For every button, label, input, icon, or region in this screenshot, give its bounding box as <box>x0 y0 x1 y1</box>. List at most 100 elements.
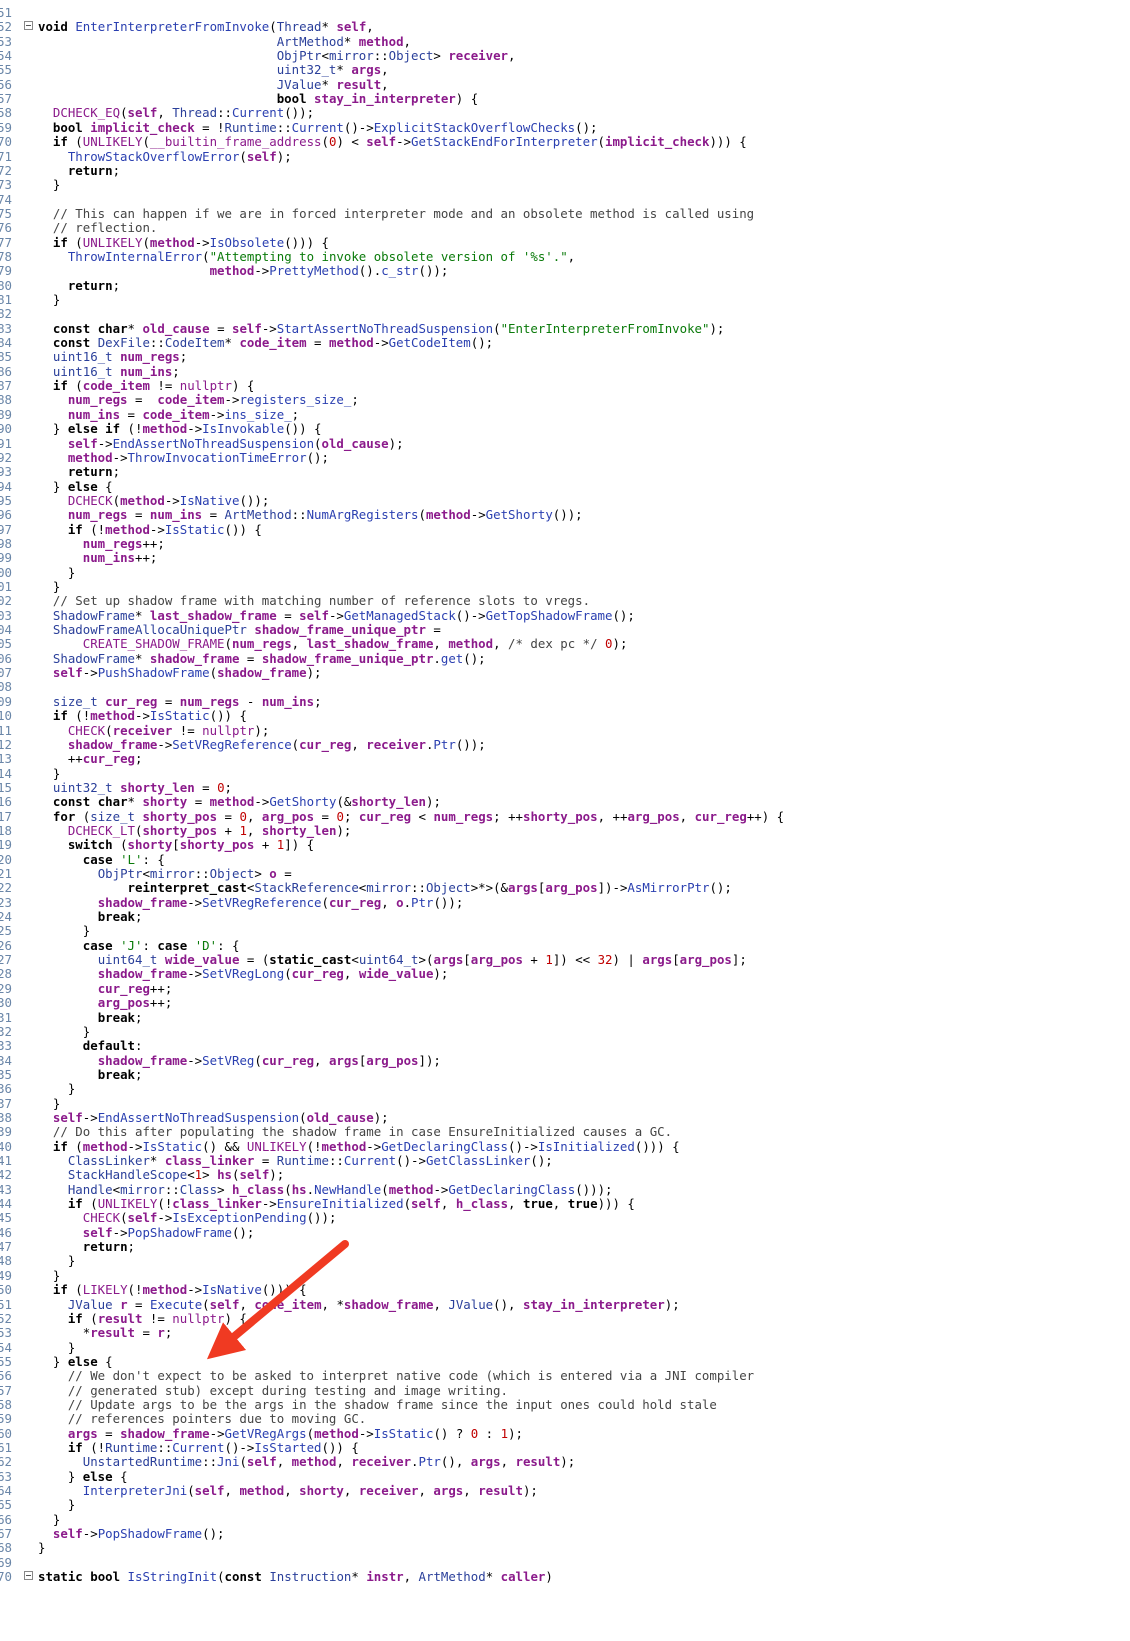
code-text: } <box>38 1497 76 1513</box>
code-text: // generated stub) except during testing… <box>67 1382 508 1398</box>
line-number: 02 <box>0 593 12 609</box>
code-editor[interactable]: 51 52 void EnterInterpreterFromInvoke(Thre… <box>0 0 1130 1641</box>
line-number: 81 <box>0 292 12 307</box>
code-text: } else if (!method->IsInvokable()) { <box>38 421 322 437</box>
code-text: // references pointers due to moving GC. <box>67 1411 367 1427</box>
line-number: 57 <box>0 91 12 107</box>
code-text: StackHandleScope<1> hs(self); <box>67 1167 285 1183</box>
code-text: return; <box>82 1239 135 1255</box>
line-number: 04 <box>0 622 12 638</box>
code-text: if (!Runtime::Current()->IsStarted()) { <box>67 1440 359 1455</box>
code-text: void EnterInterpreterFromInvoke(Thread* … <box>38 19 374 35</box>
code-text: } <box>38 1253 76 1269</box>
line-number: 11 <box>0 722 12 738</box>
code-text: if (LIKELY(!method->IsNative())) { <box>52 1282 307 1298</box>
line-number: 71 <box>0 148 12 164</box>
line-number: 70 <box>0 134 12 150</box>
code-text: case 'L': { <box>82 851 165 867</box>
code-text: DCHECK_LT(shorty_pos + 1, shorty_len); <box>67 822 352 838</box>
line-number: 98 <box>0 535 12 551</box>
code-text: uint16_t num_regs; <box>52 349 188 365</box>
code-text: uint16_t num_ins; <box>52 363 180 379</box>
line-number: 68 <box>0 1540 12 1556</box>
line-number: 41 <box>0 1153 12 1168</box>
code-text: arg_pos++; <box>97 995 173 1011</box>
line-number: 53 <box>0 1325 12 1341</box>
fold-toggle-icon[interactable] <box>24 1571 33 1581</box>
line-number: 46 <box>0 1224 12 1240</box>
line-number: 45 <box>0 1210 12 1226</box>
fold-toggle-icon[interactable] <box>24 21 33 31</box>
line-number: 54 <box>0 1339 12 1355</box>
line-number: 35 <box>0 1066 12 1082</box>
code-text: // We don't expect to be asked to interp… <box>67 1368 755 1384</box>
code-text: CREATE_SHADOW_FRAME(num_regs, last_shado… <box>82 636 628 652</box>
line-number: 39 <box>0 1124 12 1140</box>
code-text: self->PushShadowFrame(shadow_frame); <box>52 665 322 681</box>
code-text: } <box>38 1339 76 1355</box>
line-number: 95 <box>0 492 12 508</box>
code-text: ThrowStackOverflowError(self); <box>67 148 292 164</box>
code-text: shadow_frame->SetVReg(cur_reg, args[arg_… <box>97 1052 441 1068</box>
line-number: 16 <box>0 794 12 810</box>
line-number: 37 <box>0 1095 12 1111</box>
code-text: } <box>38 177 61 193</box>
code-text: num_regs = num_ins = ArtMethod::NumArgRe… <box>67 507 583 523</box>
code-text: UnstartedRuntime::Jni(self, method, rece… <box>82 1454 576 1470</box>
code-text: *result = r; <box>38 1325 173 1341</box>
line-number: 54 <box>0 48 12 64</box>
code-text: return; <box>67 162 121 178</box>
code-text: // Set up shadow frame with matching num… <box>52 593 591 609</box>
code-text: num_regs = code_item->registers_size_; <box>67 392 359 408</box>
code-text: num_regs++; <box>82 535 165 551</box>
line-number: 18 <box>0 822 12 838</box>
line-number: 21 <box>0 866 12 881</box>
line-number: 34 <box>0 1052 12 1068</box>
line-number: 52 <box>0 1310 12 1326</box>
line-number: 69 <box>0 1554 12 1570</box>
code-text: self->PopShadowFrame(); <box>52 1526 225 1542</box>
code-text: // reflection. <box>52 220 158 236</box>
line-number: 67 <box>0 1526 12 1542</box>
line-number: 56 <box>0 76 12 92</box>
line-number: 86 <box>0 363 12 379</box>
line-number: 64 <box>0 1483 12 1499</box>
code-text: DCHECK_EQ(self, Thread::Current()); <box>52 105 315 121</box>
line-number: 50 <box>0 1282 12 1298</box>
line-number: 01 <box>0 579 12 594</box>
code-text: JValue* result, <box>276 76 389 92</box>
line-number: 97 <box>0 521 12 537</box>
code-text: ++cur_reg; <box>38 751 143 767</box>
line-number: 85 <box>0 349 12 365</box>
code-text: } <box>38 1540 46 1556</box>
code-text: } <box>38 1023 91 1039</box>
code-text: num_ins++; <box>82 550 158 566</box>
line-number: 84 <box>0 335 12 351</box>
line-number: 13 <box>0 751 12 767</box>
line-number: 44 <box>0 1196 12 1212</box>
line-number: 94 <box>0 478 12 494</box>
line-number: 72 <box>0 162 12 178</box>
code-text: ThrowInternalError("Attempting to invoke… <box>67 248 576 264</box>
line-number: 59 <box>0 119 12 135</box>
line-number: 03 <box>0 607 12 623</box>
line-number: 12 <box>0 736 12 752</box>
line-number: 58 <box>0 105 12 121</box>
code-text: if (UNLIKELY(__builtin_frame_address(0) … <box>52 134 747 150</box>
code-text: CHECK(self->IsExceptionPending()); <box>82 1210 337 1226</box>
code-text: uint32_t* args, <box>276 62 389 78</box>
line-number: 32 <box>0 1023 12 1039</box>
line-number: 33 <box>0 1038 12 1054</box>
code-text: for (size_t shorty_pos = 0, arg_pos = 0;… <box>52 808 785 824</box>
code-text: const DexFile::CodeItem* code_item = met… <box>52 335 494 351</box>
line-number: 60 <box>0 1425 12 1441</box>
line-number: 22 <box>0 880 12 896</box>
line-number: 89 <box>0 406 12 422</box>
code-text: method->ThrowInvocationTimeError(); <box>67 449 329 465</box>
line-number: 63 <box>0 1468 12 1484</box>
line-number: 31 <box>0 1009 12 1025</box>
line-number: 15 <box>0 779 12 795</box>
code-text: } <box>38 579 61 594</box>
line-number: 61 <box>0 1440 12 1455</box>
code-text: } <box>38 292 61 307</box>
